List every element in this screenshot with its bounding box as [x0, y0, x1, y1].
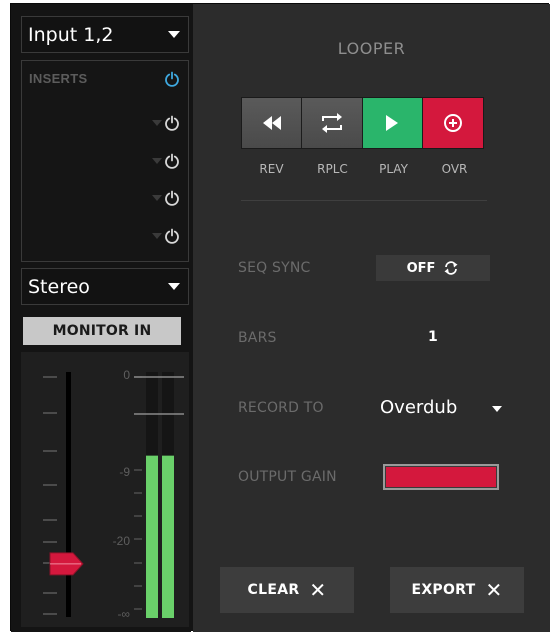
power-icon[interactable] — [164, 153, 180, 169]
record-to-label: RECORD TO — [238, 400, 324, 416]
close-icon: ✕ — [309, 578, 327, 602]
fader-scale — [43, 376, 142, 615]
input-select[interactable]: Input 1,2 — [21, 16, 189, 53]
chevron-down-icon — [168, 31, 180, 38]
power-icon[interactable] — [164, 228, 180, 244]
export-label: EXPORT — [411, 582, 476, 598]
db-label-minus-20: -20 — [113, 534, 131, 548]
power-icon[interactable] — [164, 71, 180, 87]
record-to-select[interactable]: Overdub — [380, 397, 508, 421]
inserts-panel: INSERTS — [21, 60, 189, 262]
replace-button[interactable] — [302, 98, 363, 148]
db-label-minus-9: -9 — [119, 465, 130, 479]
divider — [241, 200, 487, 201]
channel-mode-select[interactable]: Stereo — [21, 268, 189, 305]
clear-button[interactable]: CLEAR ✕ — [220, 567, 354, 613]
play-button[interactable] — [362, 98, 423, 148]
overdub-label: OVR — [441, 162, 468, 176]
output-gain-slider[interactable] — [383, 464, 499, 490]
power-icon[interactable] — [164, 190, 180, 206]
looper-title: LOOPER — [337, 39, 406, 58]
rewind-label: REV — [259, 162, 284, 176]
bars-label: BARS — [238, 330, 277, 346]
db-label-minus-inf: -∞ — [117, 607, 130, 621]
export-button[interactable]: EXPORT ✕ — [390, 567, 524, 613]
power-icon[interactable] — [164, 115, 180, 131]
seq-sync-value: OFF — [406, 260, 436, 276]
output-gain-label: OUTPUT GAIN — [238, 469, 337, 485]
channel-mode-value: Stereo — [28, 275, 90, 298]
looper-panel: LOOPER REV RPLC PLAY OVR SEQ SYNC OFF BA… — [193, 4, 550, 632]
db-label-0: 0 — [123, 368, 130, 382]
db-scale: 0 -9 -20 -∞ — [113, 368, 131, 621]
replace-loop-icon — [321, 113, 342, 133]
meter-left-bar — [146, 455, 158, 618]
rewind-icon — [262, 116, 281, 130]
rewind-button[interactable] — [242, 98, 303, 148]
overdub-record-icon — [443, 114, 462, 132]
close-icon: ✕ — [485, 578, 503, 602]
meter-graphic: 0 -9 -20 -∞ — [43, 368, 184, 621]
input-select-value: Input 1,2 — [28, 23, 114, 46]
overdub-record-button[interactable] — [422, 98, 483, 148]
insert-slot-4-caret[interactable] — [152, 233, 162, 239]
transport-bar — [241, 97, 484, 149]
looper-window: Input 1,2 INSERTS Stereo MONITOR IN 0 -9… — [10, 3, 550, 632]
level-meter: 0 -9 -20 -∞ — [21, 352, 189, 627]
chevron-down-icon — [492, 406, 502, 412]
meter-right-bar — [162, 455, 174, 618]
monitor-in-button[interactable]: MONITOR IN — [23, 317, 181, 345]
play-icon — [386, 115, 399, 131]
insert-slot-3-caret[interactable] — [152, 195, 162, 201]
record-to-value: Overdub — [380, 397, 458, 418]
seq-sync-toggle[interactable]: OFF — [376, 255, 490, 281]
insert-slot-2-caret[interactable] — [152, 158, 162, 164]
replace-label: RPLC — [317, 162, 348, 176]
chevron-down-icon — [168, 283, 180, 290]
sync-icon — [444, 261, 458, 275]
seq-sync-label: SEQ SYNC — [238, 260, 311, 276]
play-label: PLAY — [379, 162, 408, 176]
output-gain-fill — [386, 467, 496, 487]
channel-strip: Input 1,2 INSERTS Stereo MONITOR IN 0 -9… — [11, 4, 191, 632]
insert-slot-1-caret[interactable] — [152, 120, 162, 126]
clear-label: CLEAR — [247, 582, 300, 598]
fader-track[interactable] — [66, 372, 71, 617]
fader-handle[interactable] — [49, 552, 84, 576]
bars-value[interactable]: 1 — [428, 329, 438, 345]
inserts-label: INSERTS — [29, 71, 88, 86]
